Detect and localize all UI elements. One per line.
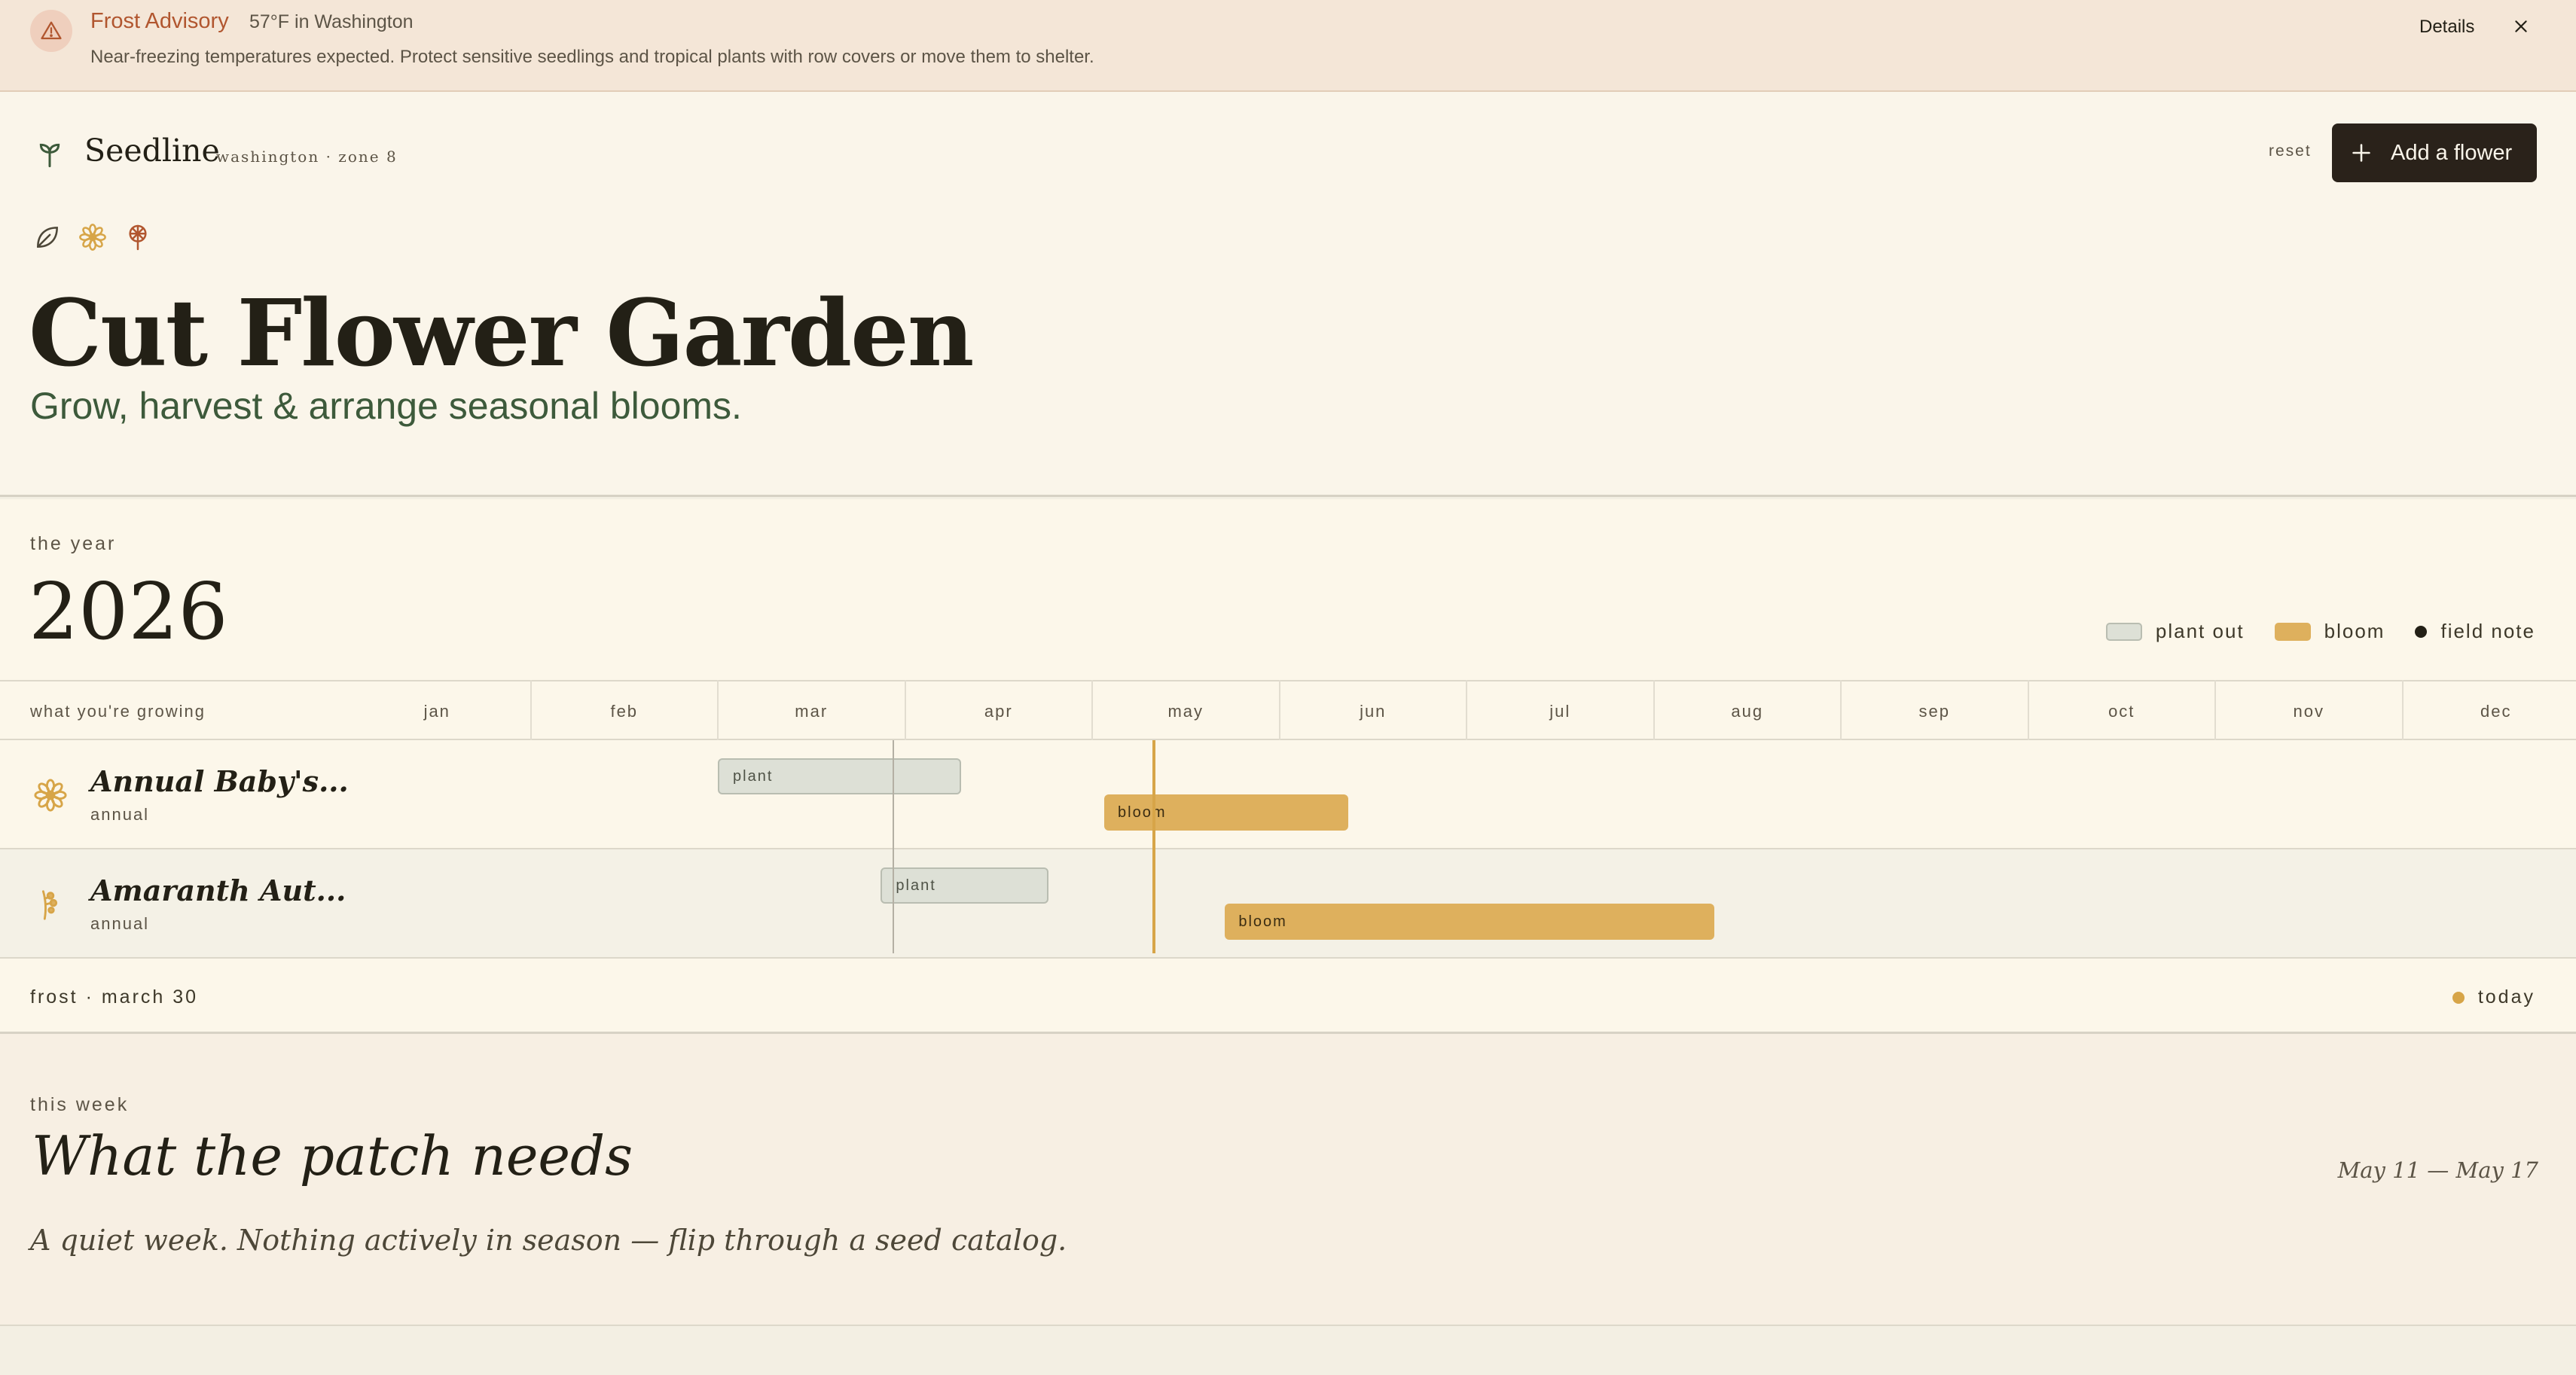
- legend-item-plant: plant out: [2105, 620, 2245, 643]
- month-dec: dec: [2480, 702, 2512, 721]
- legend-label-plant: plant out: [2155, 620, 2245, 642]
- warning-icon: [30, 10, 72, 52]
- month-nov: nov: [2293, 702, 2324, 721]
- legend: plant out bloom field note: [2076, 620, 2535, 643]
- plus-icon: [2352, 144, 2370, 162]
- banner-temperature: 57°F in Washington: [249, 11, 414, 32]
- add-flower-button[interactable]: Add a flower: [2332, 123, 2537, 182]
- table-row[interactable]: Annual Baby's... annual plant bloom: [0, 740, 2576, 849]
- page-title: Cut Flower Garden: [29, 279, 974, 387]
- legend-swatch-bloom: [2274, 622, 2311, 641]
- amaranth-icon: [33, 887, 68, 925]
- week-range: May 11 — May 17: [2337, 1157, 2538, 1183]
- month-jul: jul: [1549, 702, 1571, 721]
- legend-swatch-plant: [2105, 622, 2142, 641]
- sprout-icon: [35, 139, 65, 172]
- today-indicator: today: [2452, 986, 2535, 1008]
- month-sep: sep: [1918, 702, 1950, 721]
- legend-label-note: field note: [2440, 620, 2535, 642]
- page-subtitle: Grow, harvest & arrange seasonal blooms.: [30, 385, 742, 427]
- daisy-icon: [78, 223, 107, 255]
- year-label: the year: [30, 533, 117, 554]
- banner-title: Frost Advisory: [90, 9, 229, 33]
- year-value: 2026: [29, 566, 228, 657]
- timeline: what you're growing jan feb mar apr may jun ju…: [0, 680, 2576, 1034]
- bloom-bar[interactable]: bloom: [1225, 904, 1714, 940]
- column-label: what you're growing: [30, 702, 206, 721]
- today-dot: [2452, 991, 2465, 1004]
- hero-section: Seedline washington · zone 8 reset Add a…: [0, 92, 2576, 497]
- legend-dot-note: [2415, 625, 2428, 638]
- month-jun: jun: [1360, 702, 1387, 721]
- flower-name: Annual Baby's...: [90, 764, 349, 798]
- dahlia-icon: [124, 223, 152, 255]
- week-message: A quiet week. Nothing actively in season…: [30, 1224, 1067, 1257]
- details-link[interactable]: Details: [2419, 17, 2474, 38]
- timeline-footer: frost · march 30 today: [0, 960, 2576, 1034]
- plant-bar[interactable]: plant: [881, 867, 1048, 904]
- today-line: [1152, 740, 1156, 953]
- reset-button[interactable]: reset: [2269, 142, 2312, 160]
- flower-type: annual: [90, 914, 150, 933]
- table-row[interactable]: Amaranth Aut... annual plant bloom: [0, 849, 2576, 959]
- month-oct: oct: [2108, 702, 2135, 721]
- legend-item-note: field note: [2415, 620, 2535, 643]
- month-apr: apr: [984, 702, 1013, 721]
- brand-name: Seedline: [84, 133, 220, 169]
- add-flower-label: Add a flower: [2391, 140, 2513, 165]
- month-mar: mar: [795, 702, 829, 721]
- daisy-icon: [33, 778, 68, 816]
- week-title: What the patch needs: [32, 1124, 633, 1188]
- flower-name: Amaranth Aut...: [90, 873, 346, 907]
- close-icon[interactable]: [2508, 14, 2534, 39]
- year-section: the year 2026 plant out bloom field note: [0, 499, 2576, 680]
- bloom-bar[interactable]: bloom: [1104, 794, 1348, 831]
- today-label: today: [2477, 986, 2535, 1008]
- timeline-header: what you're growing jan feb mar apr may jun ju…: [0, 680, 2576, 740]
- leaf-icon: [33, 223, 62, 255]
- plant-bar[interactable]: plant: [718, 758, 962, 794]
- month-may: may: [1167, 702, 1204, 721]
- month-aug: aug: [1731, 702, 1764, 721]
- this-week-section: this week What the patch needs May 11 — …: [0, 1034, 2576, 1326]
- week-label: this week: [30, 1094, 130, 1115]
- legend-item-bloom: bloom: [2274, 620, 2385, 643]
- frost-advisory-banner: Frost Advisory 57°F in Washington Near-f…: [0, 0, 2576, 92]
- legend-label-bloom: bloom: [2324, 620, 2385, 642]
- brand-location: washington · zone 8: [216, 148, 398, 166]
- frost-label: frost · march 30: [30, 986, 199, 1008]
- flower-type: annual: [90, 805, 150, 824]
- frost-date-line: [893, 740, 895, 953]
- banner-message: Near-freezing temperatures expected. Pro…: [90, 47, 1094, 67]
- month-jan: jan: [423, 702, 450, 721]
- month-feb: feb: [610, 702, 639, 721]
